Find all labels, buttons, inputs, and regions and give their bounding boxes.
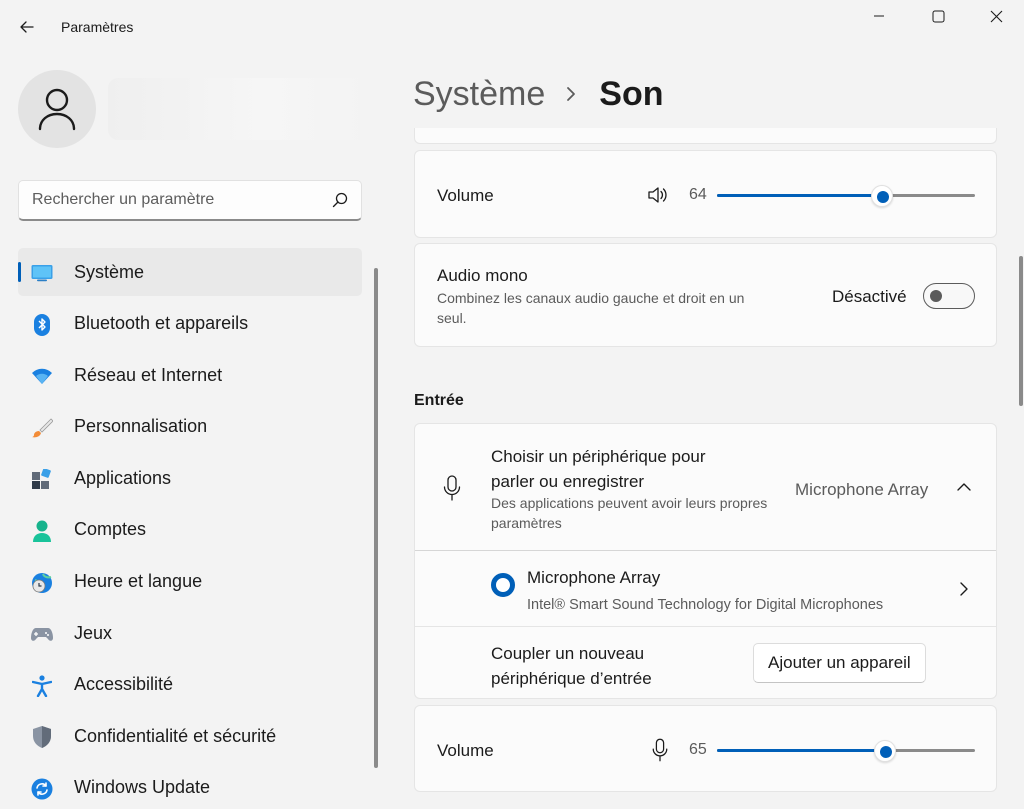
bluetooth-icon bbox=[31, 313, 53, 336]
selected-input-device[interactable]: Microphone Array bbox=[795, 480, 928, 500]
sidebar-item-label: Heure et langue bbox=[74, 571, 203, 592]
shield-icon bbox=[31, 726, 53, 749]
output-volume-label: Volume bbox=[437, 186, 494, 205]
input-volume-card: Volume 65 bbox=[414, 705, 997, 792]
sidebar-item-apps[interactable]: Applications bbox=[18, 454, 362, 502]
sidebar-item-label: Réseau et Internet bbox=[74, 364, 223, 385]
slider-fill bbox=[717, 194, 883, 197]
sidebar-item-system[interactable]: Système bbox=[18, 248, 362, 296]
apps-icon bbox=[31, 468, 53, 490]
output-volume-card: Volume 64 bbox=[414, 150, 997, 238]
choose-device-description: Des applications peuvent avoir leurs pro… bbox=[491, 495, 768, 531]
microphone-icon bbox=[442, 475, 462, 506]
input-volume-value: 65 bbox=[689, 741, 707, 758]
output-volume-slider[interactable] bbox=[717, 185, 975, 207]
sidebar-item-label: Système bbox=[74, 261, 145, 282]
mono-audio-description: Combinez les canaux audio gauche et droi… bbox=[437, 290, 745, 326]
app-title: Paramètres bbox=[61, 19, 134, 35]
title-bar: Paramètres bbox=[0, 0, 1024, 54]
accessibility-icon bbox=[31, 675, 53, 697]
search-box[interactable] bbox=[18, 180, 362, 221]
toggle-knob bbox=[930, 290, 942, 302]
slider-thumb[interactable] bbox=[871, 185, 894, 207]
close-button[interactable] bbox=[967, 0, 1024, 32]
slider-thumb[interactable] bbox=[873, 740, 896, 762]
paintbrush-icon bbox=[31, 417, 53, 439]
mono-audio-title: Audio mono bbox=[437, 266, 528, 285]
back-button[interactable] bbox=[10, 10, 44, 44]
speaker-icon[interactable] bbox=[647, 185, 669, 210]
divider bbox=[415, 626, 996, 627]
choose-device-title: Choisir un périphérique pour parler ou e… bbox=[491, 447, 706, 491]
maximize-button[interactable] bbox=[909, 0, 967, 32]
sidebar-item-label: Bluetooth et appareils bbox=[74, 313, 249, 334]
wifi-icon bbox=[31, 365, 53, 387]
output-volume-value: 64 bbox=[689, 186, 707, 203]
minimize-icon bbox=[874, 15, 884, 17]
input-device-name: Microphone Array bbox=[527, 568, 661, 587]
monitor-icon bbox=[31, 262, 53, 284]
maximize-icon bbox=[932, 10, 944, 22]
back-arrow-icon bbox=[20, 21, 34, 33]
globe-clock-icon bbox=[31, 572, 53, 594]
breadcrumb: Système Son bbox=[413, 72, 663, 116]
sidebar-item-label: Accessibilité bbox=[74, 674, 174, 695]
sidebar-item-time-language[interactable]: Heure et langue bbox=[18, 558, 362, 606]
microphone-icon[interactable] bbox=[651, 737, 669, 768]
sidebar-item-label: Windows Update bbox=[74, 777, 211, 798]
sidebar-item-network[interactable]: Réseau et Internet bbox=[18, 351, 362, 399]
sidebar-item-label: Confidentialité et sécurité bbox=[74, 725, 277, 746]
mono-audio-toggle[interactable] bbox=[923, 283, 975, 309]
sidebar-item-label: Applications bbox=[74, 467, 172, 488]
sidebar-item-privacy[interactable]: Confidentialité et sécurité bbox=[18, 712, 362, 760]
mono-audio-state: Désactivé bbox=[832, 287, 907, 306]
sidebar-scrollbar[interactable] bbox=[374, 268, 378, 768]
person-icon bbox=[31, 520, 53, 542]
input-volume-label: Volume bbox=[437, 741, 494, 760]
minimize-button[interactable] bbox=[850, 0, 908, 32]
sync-icon bbox=[31, 778, 53, 800]
sidebar-item-label: Comptes bbox=[74, 519, 147, 540]
previous-card-bottom bbox=[414, 128, 997, 144]
gamepad-icon bbox=[31, 623, 53, 645]
sidebar-item-label: Personnalisation bbox=[74, 416, 208, 437]
user-icon bbox=[38, 88, 76, 131]
content-scrollbar[interactable] bbox=[1019, 256, 1023, 406]
avatar[interactable] bbox=[18, 70, 96, 148]
input-volume-slider[interactable] bbox=[717, 740, 975, 762]
sidebar-item-accounts[interactable]: Comptes bbox=[18, 506, 362, 554]
sidebar-item-label: Jeux bbox=[74, 622, 113, 643]
search-input[interactable] bbox=[19, 181, 319, 219]
add-device-button[interactable]: Ajouter un appareil bbox=[753, 643, 926, 683]
sidebar-nav: Système Bluetooth et appareils Réseau et… bbox=[18, 248, 362, 809]
sidebar-item-personalization[interactable]: Personnalisation bbox=[18, 403, 362, 451]
breadcrumb-parent[interactable]: Système bbox=[413, 75, 545, 114]
chevron-up-icon[interactable] bbox=[956, 480, 972, 498]
mono-audio-card: Audio mono Combinez les canaux audio gau… bbox=[414, 243, 997, 347]
chevron-right-icon bbox=[565, 86, 577, 102]
sidebar-item-accessibility[interactable]: Accessibilité bbox=[18, 661, 362, 709]
input-section-title: Entrée bbox=[414, 392, 464, 409]
account-info-blurred bbox=[108, 78, 368, 140]
sidebar-item-bluetooth[interactable]: Bluetooth et appareils bbox=[18, 300, 362, 348]
slider-fill bbox=[717, 749, 885, 752]
device-radio[interactable] bbox=[491, 573, 515, 597]
pair-device-label: Coupler un nouveau périphérique d’entrée bbox=[491, 644, 652, 688]
search-icon[interactable] bbox=[331, 191, 349, 214]
input-device-row[interactable]: Microphone Array Intel® Smart Sound Tech… bbox=[415, 551, 996, 626]
chevron-right-icon bbox=[959, 581, 969, 602]
sidebar-item-windows-update[interactable]: Windows Update bbox=[18, 764, 362, 809]
input-device-detail: Intel® Smart Sound Technology for Digita… bbox=[527, 597, 884, 613]
page-title: Son bbox=[599, 74, 664, 113]
close-icon bbox=[990, 10, 1002, 22]
sidebar-item-gaming[interactable]: Jeux bbox=[18, 609, 362, 657]
